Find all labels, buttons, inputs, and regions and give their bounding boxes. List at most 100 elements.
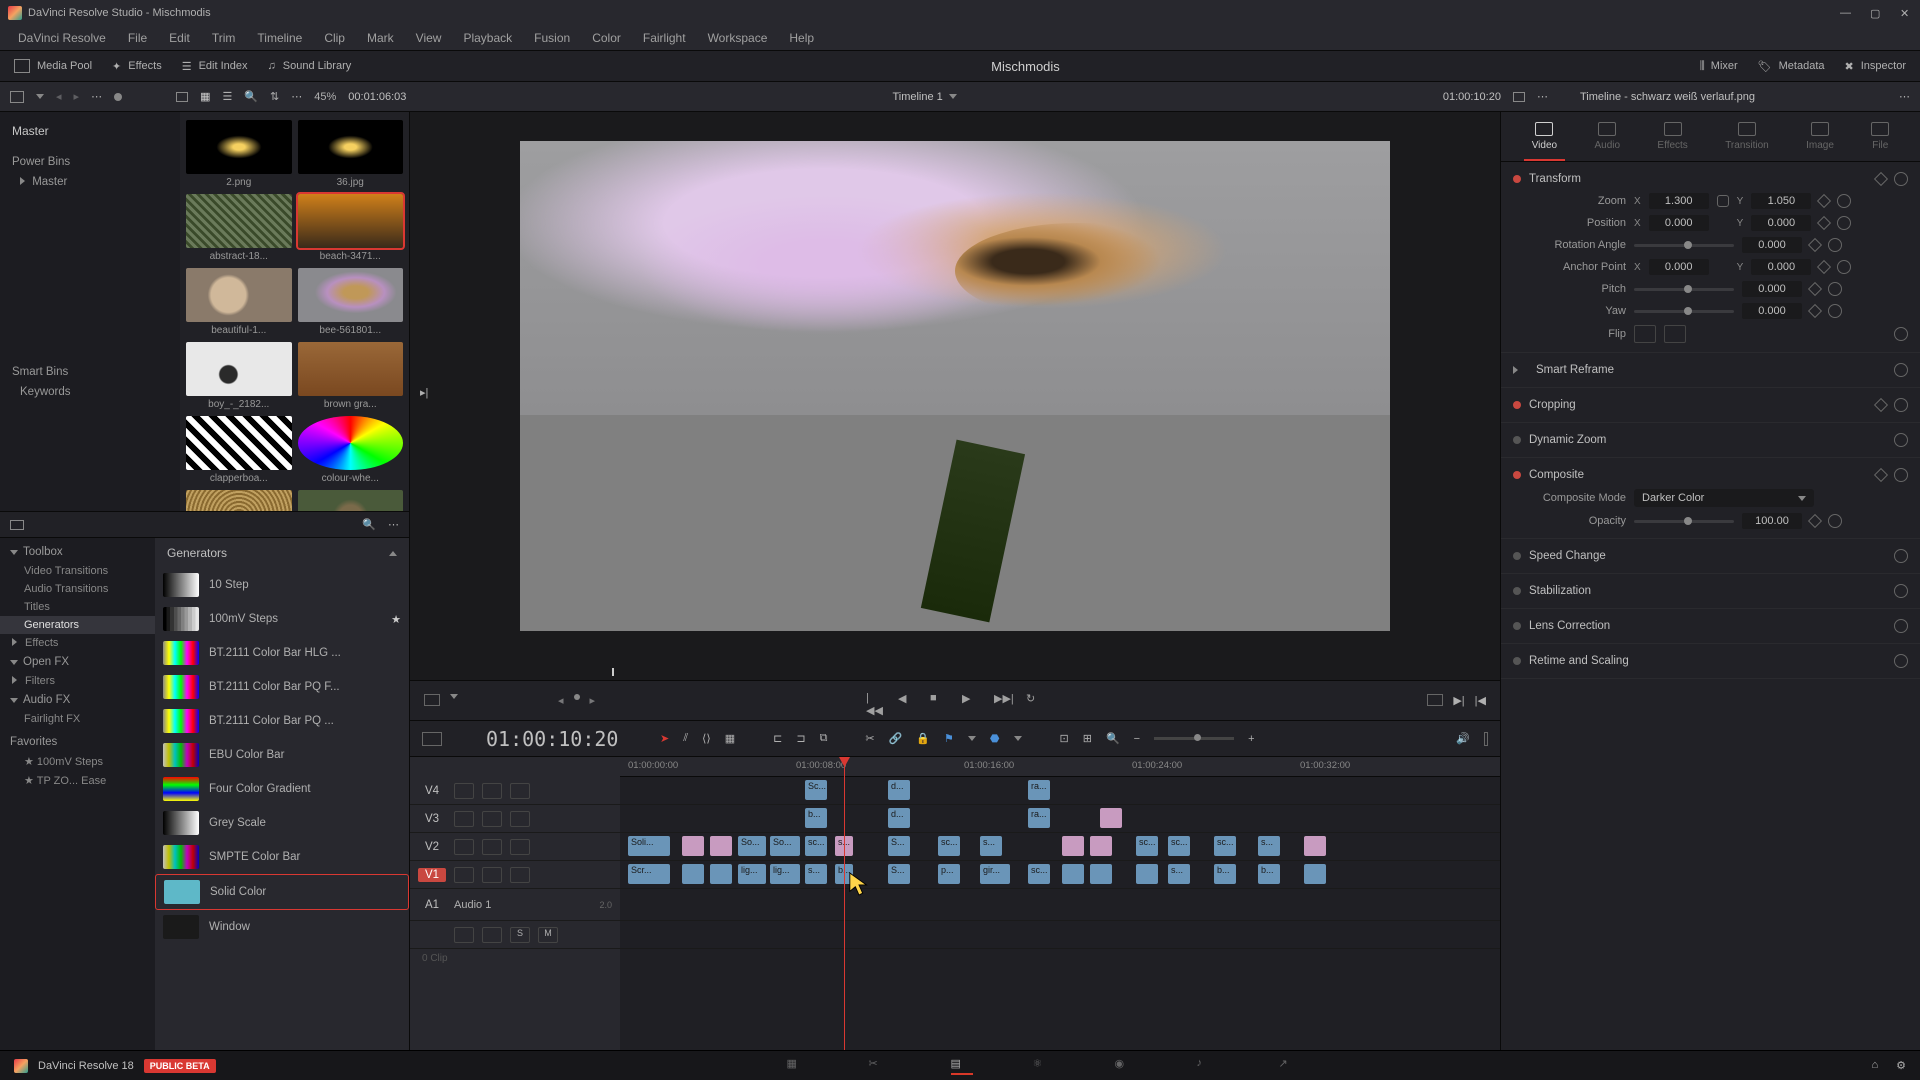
zoom-y-field[interactable]: 1.050 (1751, 193, 1811, 209)
reset-icon[interactable] (1894, 327, 1908, 341)
media-thumb[interactable]: brown gra... (298, 342, 404, 410)
media-thumb[interactable]: doe-18014... (298, 490, 404, 511)
settings-icon[interactable]: ⚙ (1896, 1059, 1906, 1072)
timeline-clip[interactable]: sc... (805, 836, 827, 856)
viewer-scrubber[interactable] (410, 660, 1500, 680)
generator-item[interactable]: EBU Color Bar (155, 738, 409, 772)
link-icon[interactable] (1717, 195, 1729, 207)
keyframe-icon[interactable] (1817, 194, 1831, 208)
zoom-out-icon[interactable]: − (1134, 733, 1140, 745)
timeline-clip[interactable]: s... (980, 836, 1002, 856)
keyframe-icon[interactable] (1808, 514, 1822, 528)
reset-icon[interactable] (1894, 584, 1908, 598)
generator-item[interactable]: BT.2111 Color Bar HLG ... (155, 636, 409, 670)
keyframe-icon[interactable] (1874, 172, 1888, 186)
dynamic-zoom-header[interactable]: Dynamic Zoom (1529, 434, 1886, 446)
opacity-field[interactable]: 100.00 (1742, 513, 1802, 529)
timeline-clip[interactable]: So... (770, 836, 800, 856)
transform-header[interactable]: Transform (1529, 173, 1868, 185)
dim-icon[interactable] (1484, 732, 1488, 746)
timeline-clip[interactable] (682, 864, 704, 884)
auto-select-icon[interactable] (482, 811, 502, 827)
enable-dot-icon[interactable] (1513, 552, 1521, 560)
inspector-tab-audio[interactable]: Audio (1586, 120, 1628, 161)
prev-edit-icon[interactable]: ◂ (558, 694, 564, 707)
yaw-field[interactable]: 0.000 (1742, 303, 1802, 319)
menu-view[interactable]: View (406, 29, 452, 47)
metadata-button[interactable]: 🏷Metadata (1758, 60, 1825, 73)
generator-item[interactable]: Grey Scale (155, 806, 409, 840)
timeline-clip[interactable]: So... (738, 836, 766, 856)
flip-v-button[interactable] (1664, 325, 1686, 343)
reset-icon[interactable] (1828, 304, 1842, 318)
reset-icon[interactable] (1894, 433, 1908, 447)
timeline-clip[interactable] (1090, 836, 1112, 856)
thumb-view-icon[interactable] (176, 92, 188, 102)
rotation-slider[interactable] (1634, 244, 1734, 247)
reset-icon[interactable] (1894, 172, 1908, 186)
keyframe-icon[interactable] (1817, 216, 1831, 230)
viewer-canvas[interactable] (520, 141, 1390, 631)
cropping-header[interactable]: Cropping (1529, 399, 1868, 411)
record-icon[interactable] (114, 93, 122, 101)
timeline-clip[interactable]: gir... (980, 864, 1010, 884)
timeline-clip[interactable] (682, 836, 704, 856)
timeline-clip[interactable] (1090, 864, 1112, 884)
yaw-slider[interactable] (1634, 310, 1734, 313)
inspector-tab-image[interactable]: Image (1798, 120, 1842, 161)
track-v4[interactable]: V4 (410, 777, 620, 805)
effects-button[interactable]: ✦Effects (112, 60, 162, 73)
record-dot-icon[interactable] (574, 694, 580, 700)
generators-category[interactable]: Generators (0, 616, 155, 634)
track-v2[interactable]: V2 (410, 833, 620, 861)
timeline-clip[interactable]: sc... (938, 836, 960, 856)
video-transitions[interactable]: Video Transitions (0, 562, 155, 580)
marker-icon[interactable]: ⬣ (990, 732, 1000, 745)
zoom-range-icon[interactable]: ⊡ (1060, 732, 1069, 745)
timeline-ruler[interactable]: 01:00:00:00 01:00:08:00 01:00:16:00 01:0… (620, 757, 1500, 777)
keyframe-icon[interactable] (1808, 238, 1822, 252)
more2-icon[interactable]: ⋯ (291, 90, 302, 103)
timeline-clip[interactable] (1062, 836, 1084, 856)
timeline-clip[interactable] (1062, 864, 1084, 884)
keyframe-icon[interactable] (1874, 468, 1888, 482)
next-edit-icon[interactable]: ▸ (590, 694, 596, 707)
close-icon[interactable]: ✕ (1900, 7, 1912, 19)
blade-icon[interactable]: ✂ (865, 732, 874, 745)
deliver-page-icon[interactable]: ↗ (1279, 1057, 1301, 1075)
lock-icon[interactable] (454, 811, 474, 827)
lock-icon[interactable]: 🔒 (916, 732, 930, 745)
menu-clip[interactable]: Clip (314, 29, 355, 47)
lens-correction-header[interactable]: Lens Correction (1529, 620, 1886, 632)
minimize-icon[interactable]: — (1840, 7, 1852, 19)
inspector-button[interactable]: ✖Inspector (1845, 60, 1906, 73)
loop-icon[interactable]: ↻ (1026, 692, 1044, 710)
track-a1-controls[interactable]: SM (410, 921, 620, 949)
menu-workspace[interactable]: Workspace (698, 29, 778, 47)
lock-icon[interactable] (454, 867, 474, 883)
inspector-tab-transition[interactable]: Transition (1717, 120, 1777, 161)
arrow-tool-icon[interactable]: ➤ (660, 732, 669, 745)
enable-dot-icon[interactable] (1513, 622, 1521, 630)
timeline-clip[interactable]: Sc... (805, 780, 827, 800)
timeline-clip[interactable]: S... (888, 836, 910, 856)
timeline-clip[interactable] (1304, 836, 1326, 856)
more-icon[interactable]: ⋯ (91, 90, 102, 103)
match-frame-icon[interactable] (1427, 694, 1443, 706)
retime-header[interactable]: Retime and Scaling (1529, 655, 1886, 667)
viewer-zoom[interactable]: 45% (314, 91, 336, 103)
search-icon[interactable]: 🔍 (244, 90, 258, 103)
lock-icon[interactable] (454, 927, 474, 943)
zoom-in-icon[interactable]: + (1248, 733, 1254, 745)
search-icon[interactable]: 🔍 (362, 518, 376, 531)
anchor-x-field[interactable]: 0.000 (1649, 259, 1709, 275)
timeline-view-icon[interactable] (422, 732, 442, 746)
solo-button[interactable]: S (510, 927, 530, 943)
flag-icon[interactable]: ⚑ (944, 732, 954, 745)
media-thumb[interactable]: 2.png (186, 120, 292, 188)
flip-h-button[interactable] (1634, 325, 1656, 343)
media-thumb[interactable]: abstract-18... (186, 194, 292, 262)
enable-dot-icon[interactable] (1513, 401, 1521, 409)
menu-davinci[interactable]: DaVinci Resolve (8, 29, 116, 47)
media-thumb[interactable]: bee-561801... (298, 268, 404, 336)
